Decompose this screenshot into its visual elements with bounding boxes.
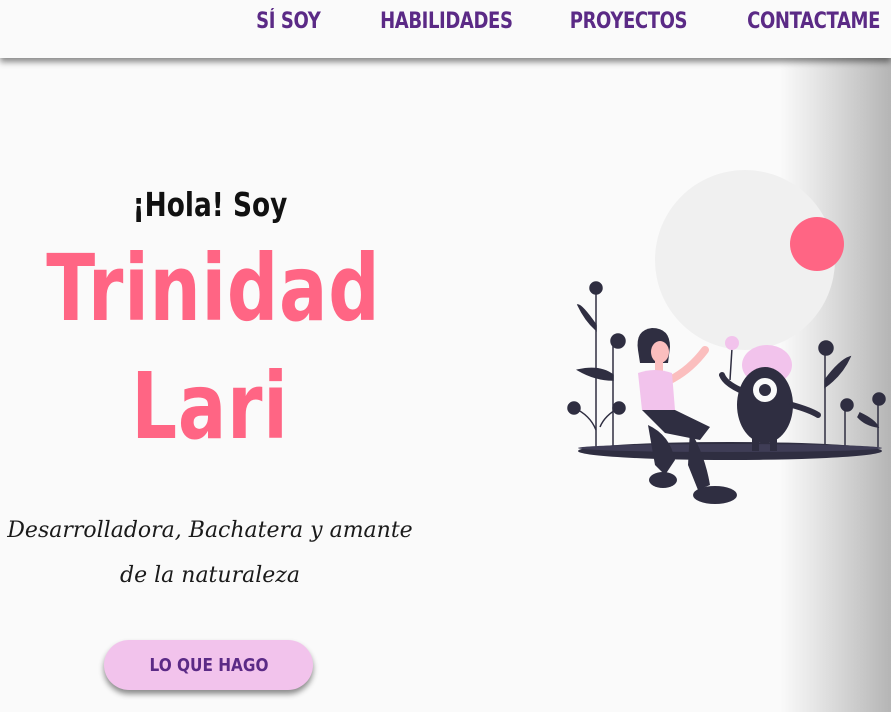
monster-icon: [719, 345, 821, 451]
page: SÍ SOY HABILIDADES PROYECTOS CONTACTAME …: [0, 0, 891, 712]
nav-link-habilidades[interactable]: HABILIDADES: [380, 6, 513, 38]
lo-que-hago-button[interactable]: LO QUE HAGO: [104, 640, 313, 690]
hero-tagline-line1: Desarrolladora, Bachatera y amante: [7, 518, 413, 543]
woman-icon: [637, 328, 737, 504]
nav-link-si-soy[interactable]: SÍ SOY: [256, 6, 321, 38]
lo-que-hago-button-label: LO QUE HAGO: [149, 654, 268, 676]
hero-greeting: ¡Hola! Soy: [132, 185, 288, 224]
nav-link-contactame[interactable]: CONTACTAME: [747, 6, 880, 38]
flower-icon: [725, 336, 739, 381]
hero-first-name: Trinidad: [46, 235, 381, 342]
nav-item-habilidades: HABILIDADES: [351, 6, 513, 38]
nav-item-contactame: CONTACTAME: [718, 6, 880, 38]
nav-link-proyectos[interactable]: PROYECTOS: [570, 6, 688, 38]
nav-menu: SÍ SOY HABILIDADES PROYECTOS CONTACTAME: [242, 6, 880, 38]
nav-item-proyectos: PROYECTOS: [544, 6, 688, 38]
hero-intro: ¡Hola! Soy Trinidad Lari: [0, 180, 420, 466]
woman-with-monster-illustration-icon: [567, 170, 886, 504]
hero-last-name: Lari: [131, 353, 289, 460]
hero-tagline: Desarrolladora, Bachatera y amante de la…: [0, 508, 420, 598]
nav-item-si-soy: SÍ SOY: [242, 6, 321, 38]
left-plant-icon: [567, 281, 626, 447]
top-navbar: SÍ SOY HABILIDADES PROYECTOS CONTACTAME: [0, 0, 891, 58]
sun-icon: [790, 217, 844, 271]
hero-tagline-line2: de la naturaleza: [120, 563, 300, 588]
right-plant-icon: [818, 340, 886, 447]
